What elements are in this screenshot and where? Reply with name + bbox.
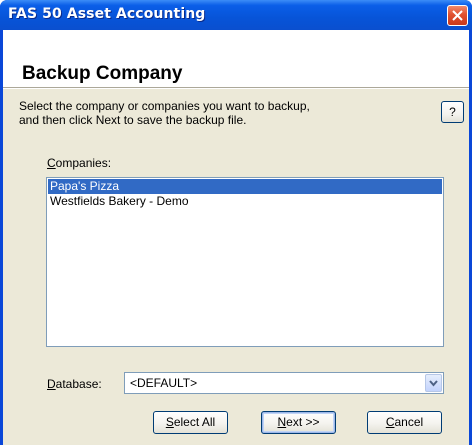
- cancel-label: ancel: [394, 415, 424, 429]
- instructions-line-1: Select the company or companies you want…: [19, 99, 310, 113]
- database-dropdown-button[interactable]: [425, 374, 442, 392]
- instructions-line-2: and then click Next to save the backup f…: [19, 113, 247, 127]
- help-button[interactable]: ?: [441, 101, 464, 123]
- list-item-westfields-bakery[interactable]: Westfields Bakery - Demo: [48, 194, 442, 209]
- database-label-mnemonic: D: [47, 377, 56, 391]
- next-mnemonic: N: [277, 415, 287, 429]
- dialog-window: FAS 50 Asset Accounting Backup Company S…: [0, 0, 472, 445]
- database-label: Database:: [47, 377, 102, 391]
- select-all-label: elect All: [173, 415, 216, 429]
- header-panel: Backup Company: [3, 30, 469, 87]
- companies-listbox[interactable]: Papa's Pizza Westfields Bakery - Demo: [46, 177, 444, 347]
- companies-label-mnemonic: C: [47, 156, 56, 170]
- header-divider-highlight: [3, 88, 469, 89]
- select-all-button[interactable]: Select All: [153, 411, 228, 434]
- list-item-papas-pizza[interactable]: Papa's Pizza: [48, 179, 442, 194]
- chevron-down-icon: [429, 380, 438, 387]
- dialog-body: Backup Company Select the company or com…: [3, 30, 469, 445]
- companies-label: Companies:: [47, 156, 111, 170]
- next-label: ext >>: [286, 415, 320, 429]
- select-all-mnemonic: S: [165, 415, 174, 429]
- window-title: FAS 50 Asset Accounting: [8, 6, 206, 22]
- database-select-value: <DEFAULT>: [130, 376, 198, 390]
- close-icon: [452, 10, 463, 21]
- title-bar[interactable]: FAS 50 Asset Accounting: [0, 0, 472, 30]
- cancel-button[interactable]: Cancel: [367, 411, 442, 434]
- next-button[interactable]: Next >>: [261, 411, 336, 434]
- database-select[interactable]: <DEFAULT>: [124, 372, 444, 394]
- page-title: Backup Company: [22, 63, 183, 84]
- companies-label-rest: ompanies:: [55, 156, 112, 170]
- close-button[interactable]: [447, 5, 468, 26]
- database-label-rest: atabase:: [55, 377, 102, 391]
- instructions-text: Select the company or companies you want…: [19, 99, 419, 127]
